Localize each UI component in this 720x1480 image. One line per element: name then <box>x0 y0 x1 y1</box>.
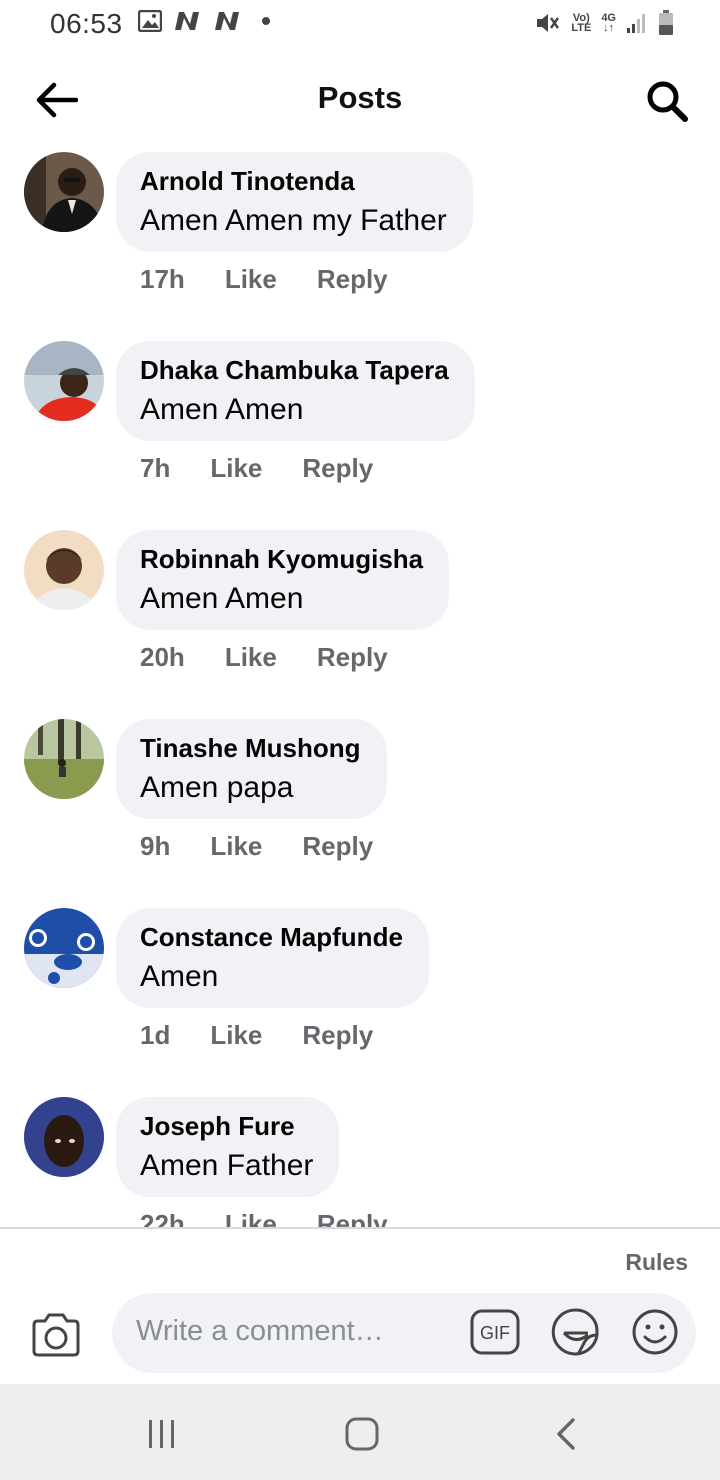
rules-link[interactable]: Rules <box>625 1249 688 1276</box>
comment-text: Amen Amen <box>140 582 304 615</box>
dot-icon <box>262 17 270 25</box>
comment-item: Robinnah Kyomugisha Amen Amen 20h Like R… <box>0 528 720 717</box>
sticker-button[interactable] <box>550 1307 600 1357</box>
like-button[interactable]: Like <box>210 453 262 484</box>
avatar[interactable] <box>24 908 104 988</box>
comments-list: Arnold Tinotenda Amen Amen my Father 17h… <box>0 150 720 1227</box>
comment-item: Constance Mapfunde Amen 1d Like Reply <box>0 906 720 1095</box>
comment-actions: 9h Like Reply <box>140 831 373 862</box>
comment-bubble[interactable]: Robinnah Kyomugisha Amen Amen <box>116 530 450 630</box>
comment-time[interactable]: 20h <box>140 642 185 673</box>
n-notification-icon <box>172 10 202 32</box>
comment-actions: 7h Like Reply <box>140 453 373 484</box>
home-icon <box>345 1417 379 1451</box>
comment-item: Tinashe Mushong Amen papa 9h Like Reply <box>0 717 720 906</box>
reply-button[interactable]: Reply <box>317 642 388 673</box>
avatar[interactable] <box>24 152 104 232</box>
comment-bubble[interactable]: Tinashe Mushong Amen papa <box>116 719 387 819</box>
avatar[interactable] <box>24 719 104 799</box>
reply-button[interactable]: Reply <box>302 831 373 862</box>
comment-time[interactable]: 9h <box>140 831 170 862</box>
comment-text: Amen Father <box>140 1149 314 1182</box>
comment-time[interactable]: 1d <box>140 1020 170 1051</box>
comment-actions: 20h Like Reply <box>140 642 388 673</box>
comment-time[interactable]: 7h <box>140 453 170 484</box>
comment-bubble[interactable]: Arnold Tinotenda Amen Amen my Father <box>116 152 473 252</box>
comment-actions: 1d Like Reply <box>140 1020 373 1051</box>
back-nav-icon <box>557 1418 575 1450</box>
recent-apps-icon <box>149 1420 174 1448</box>
search-icon <box>647 81 688 122</box>
comment-item: Joseph Fure Amen Father 22h Like Reply <box>0 1095 720 1227</box>
system-back-button[interactable] <box>546 1414 586 1454</box>
avatar[interactable] <box>24 1097 104 1177</box>
comment-text: Amen papa <box>140 771 294 804</box>
avatar[interactable] <box>24 341 104 421</box>
like-button[interactable]: Like <box>225 642 277 673</box>
comment-actions: 22h Like Reply <box>140 1209 388 1227</box>
reply-button[interactable]: Reply <box>302 453 373 484</box>
comment-author[interactable]: Constance Mapfunde <box>140 922 403 953</box>
like-button[interactable]: Like <box>210 831 262 862</box>
svg-text:GIF: GIF <box>480 1323 510 1343</box>
gif-button[interactable]: GIF <box>470 1309 520 1355</box>
like-button[interactable]: Like <box>225 264 277 295</box>
like-button[interactable]: Like <box>225 1209 277 1227</box>
comment-bubble[interactable]: Joseph Fure Amen Father <box>116 1097 340 1197</box>
comment-text: Amen Amen <box>140 393 304 426</box>
comment-actions: 17h Like Reply <box>140 264 388 295</box>
battery-icon <box>658 10 674 36</box>
sticker-icon <box>551 1308 599 1356</box>
gif-icon: GIF <box>470 1309 520 1355</box>
search-button[interactable] <box>642 76 692 126</box>
comment-item: Arnold Tinotenda Amen Amen my Father 17h… <box>0 150 720 339</box>
volte-icon: Vo) LTE <box>571 12 592 34</box>
comment-composer: Rules Write a comment… GIF <box>0 1227 720 1384</box>
system-nav-bar <box>0 1384 720 1480</box>
reply-button[interactable]: Reply <box>302 1020 373 1051</box>
mute-icon <box>535 11 561 35</box>
app-header: Posts <box>0 60 720 140</box>
comment-author[interactable]: Arnold Tinotenda <box>140 166 447 197</box>
comment-time[interactable]: 22h <box>140 1209 185 1227</box>
image-icon <box>138 10 162 32</box>
home-button[interactable] <box>342 1414 382 1454</box>
comment-time[interactable]: 17h <box>140 264 185 295</box>
reply-button[interactable]: Reply <box>317 264 388 295</box>
avatar[interactable] <box>24 530 104 610</box>
like-button[interactable]: Like <box>210 1020 262 1051</box>
comment-author[interactable]: Dhaka Chambuka Tapera <box>140 355 449 386</box>
comment-author[interactable]: Robinnah Kyomugisha <box>140 544 423 575</box>
comment-input[interactable]: Write a comment… GIF <box>112 1293 696 1373</box>
camera-button[interactable] <box>30 1311 82 1359</box>
recent-apps-button[interactable] <box>142 1414 182 1454</box>
status-time: 06:53 <box>50 8 123 39</box>
comment-author[interactable]: Joseph Fure <box>140 1111 313 1142</box>
page-title: Posts <box>317 80 403 115</box>
status-bar: 06:53 Vo) LTE 4G ↓↑ <box>0 0 720 50</box>
signal-icon <box>626 12 648 34</box>
comment-text: Amen Amen my Father <box>140 204 447 237</box>
comment-item: Dhaka Chambuka Tapera Amen Amen 7h Like … <box>0 339 720 528</box>
n-notification-icon <box>212 10 242 32</box>
4g-icon: 4G ↓↑ <box>601 12 616 34</box>
comment-bubble[interactable]: Dhaka Chambuka Tapera Amen Amen <box>116 341 475 441</box>
camera-icon <box>32 1313 80 1357</box>
comment-bubble[interactable]: Constance Mapfunde Amen <box>116 908 429 1008</box>
comment-text: Amen <box>140 960 219 993</box>
emoji-icon <box>632 1309 678 1355</box>
emoji-button[interactable] <box>630 1307 680 1357</box>
comment-author[interactable]: Tinashe Mushong <box>140 733 361 764</box>
reply-button[interactable]: Reply <box>317 1209 388 1227</box>
comment-placeholder: Write a comment… <box>136 1315 384 1347</box>
